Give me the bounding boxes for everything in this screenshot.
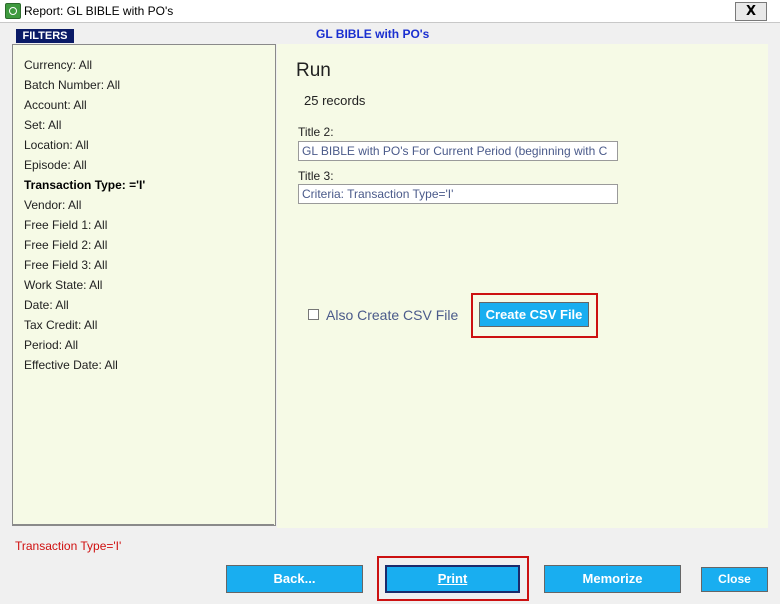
filter-item: Free Field 2: All (24, 238, 108, 252)
filters-tab: FILTERS (16, 29, 74, 43)
filter-item: Effective Date: All (24, 358, 118, 372)
app-icon (5, 3, 21, 19)
close-button[interactable]: Close (701, 567, 768, 592)
csv-checkbox[interactable] (308, 309, 319, 320)
filter-item: Currency: All (24, 58, 93, 72)
filter-item: Date: All (24, 298, 69, 312)
filter-list: Currency: All Batch Number: All Account: A… (24, 57, 145, 377)
title3-label: Title 3: (298, 169, 334, 183)
window-close-button[interactable]: X (735, 2, 767, 21)
title3-input[interactable]: Criteria: Transaction Type='I' (298, 184, 618, 204)
window-title: Report: GL BIBLE with PO's (24, 4, 174, 18)
run-panel: Run 25 records Title 2: GL BIBLE with PO… (277, 44, 768, 528)
memorize-button[interactable]: Memorize (544, 565, 681, 593)
csv-checkbox-label[interactable]: Also Create CSV File (326, 307, 458, 323)
filter-item: Episode: All (24, 158, 87, 172)
filter-item: Tax Credit: All (24, 318, 98, 332)
window-titlebar: Report: GL BIBLE with PO's X (0, 0, 780, 23)
filters-panel: Currency: All Batch Number: All Account: A… (12, 44, 276, 526)
record-count: 25 records (304, 93, 366, 108)
filter-item: Period: All (24, 338, 79, 352)
filter-item: Location: All (24, 138, 89, 152)
title2-input[interactable]: GL BIBLE with PO's For Current Period (b… (298, 141, 618, 161)
filters-panel-divider (12, 524, 274, 525)
title2-label: Title 2: (298, 125, 334, 139)
filter-item: Batch Number: All (24, 78, 121, 92)
filter-item: Set: All (24, 118, 62, 132)
filter-item: Account: All (24, 98, 87, 112)
print-button[interactable]: Print (385, 565, 520, 593)
back-button[interactable]: Back... (226, 565, 363, 593)
filter-item: Vendor: All (24, 198, 82, 212)
report-heading: GL BIBLE with PO's (316, 27, 430, 41)
criteria-status: Transaction Type='I' (15, 539, 122, 553)
run-heading: Run (296, 60, 331, 81)
filter-item: Free Field 3: All (24, 258, 108, 272)
filter-item: Free Field 1: All (24, 218, 108, 232)
create-csv-button[interactable]: Create CSV File (479, 302, 589, 327)
filter-item: Transaction Type: ='I' (24, 178, 146, 192)
filter-item: Work State: All (24, 278, 103, 292)
